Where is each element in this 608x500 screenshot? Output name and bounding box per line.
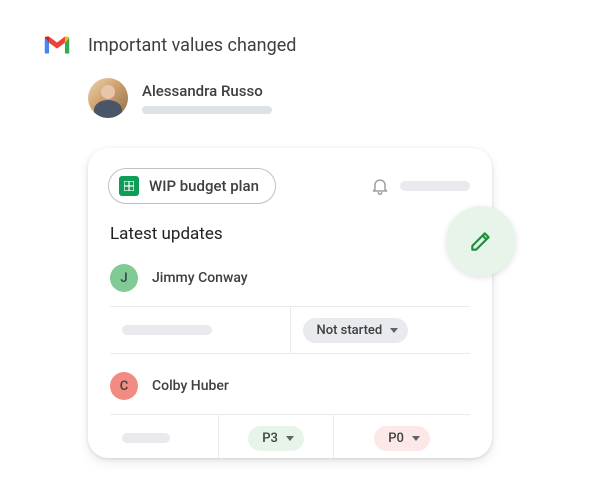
user-row: C Colby Huber	[88, 366, 492, 406]
document-chip-label: WIP budget plan	[149, 177, 259, 195]
pencil-icon	[468, 228, 494, 254]
status-label: Not started	[317, 323, 383, 338]
email-subject: Important values changed	[88, 35, 296, 56]
chevron-down-icon	[412, 436, 420, 441]
user-avatar: C	[110, 372, 138, 400]
sheets-icon	[119, 176, 139, 196]
header-placeholder	[400, 181, 470, 191]
email-header: Important values changed	[0, 0, 608, 56]
user-name: Jimmy Conway	[152, 270, 248, 286]
priority-label: P0	[388, 431, 404, 446]
sender-avatar	[88, 78, 128, 118]
status-cell: Not started	[290, 307, 471, 353]
sender-row: Alessandra Russo	[0, 56, 608, 118]
bell-icon[interactable]	[370, 176, 390, 196]
cell-placeholder	[110, 307, 290, 353]
priority-dropdown[interactable]: P0	[374, 426, 430, 451]
user-row: J Jimmy Conway	[88, 258, 492, 298]
cell-placeholder	[110, 415, 218, 458]
status-dropdown[interactable]: Not started	[303, 318, 409, 343]
user-name: Colby Huber	[152, 378, 229, 394]
priority-cell: P0	[333, 415, 470, 458]
sender-name: Alessandra Russo	[142, 82, 272, 100]
priority-label: P3	[262, 431, 278, 446]
chevron-down-icon	[286, 436, 294, 441]
gmail-logo	[42, 34, 72, 56]
user-avatar: J	[110, 264, 138, 292]
priority-dropdown[interactable]: P3	[248, 426, 304, 451]
section-title: Latest updates	[88, 204, 492, 258]
edit-fab[interactable]	[446, 206, 516, 276]
document-chip[interactable]: WIP budget plan	[108, 168, 276, 204]
updates-card: WIP budget plan Latest updates J Jimmy C…	[88, 148, 492, 458]
sender-meta-placeholder	[142, 106, 272, 114]
table-row: P3 P0	[110, 414, 470, 458]
table-row: Not started	[110, 306, 470, 354]
priority-cell: P3	[218, 415, 333, 458]
chevron-down-icon	[390, 328, 398, 333]
